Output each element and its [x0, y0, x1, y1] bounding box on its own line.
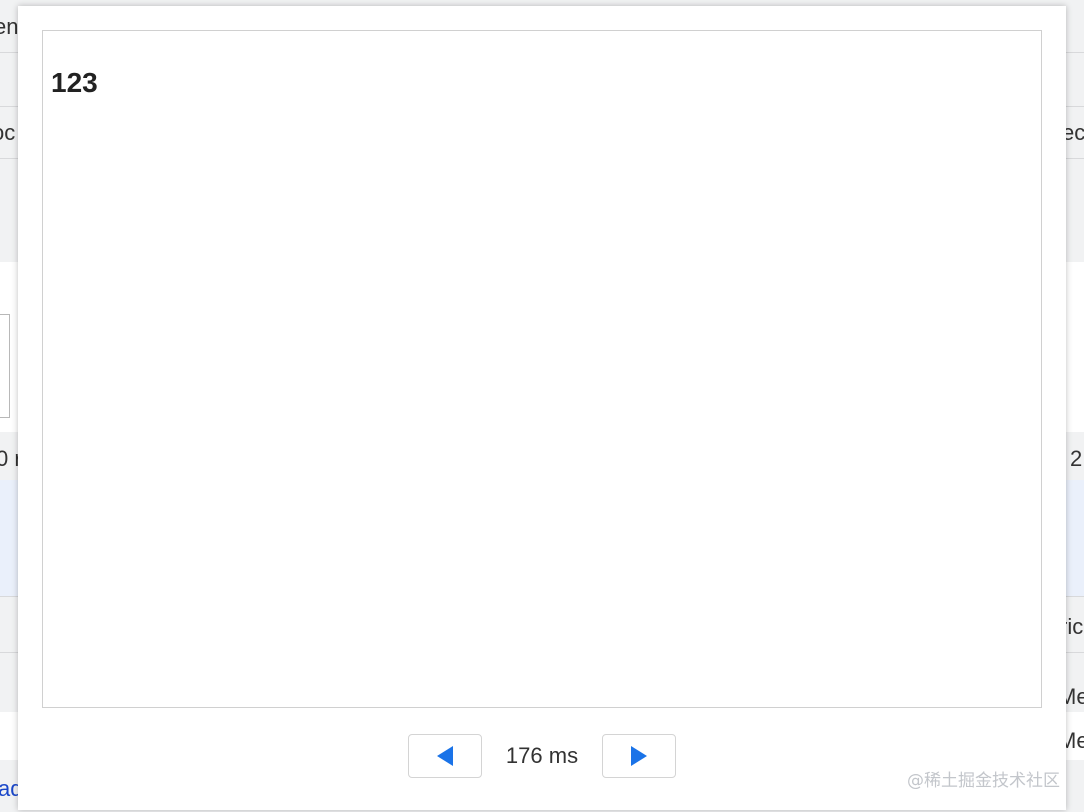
previous-frame-button[interactable]: [408, 734, 482, 778]
bg-fragment: 2: [1070, 446, 1083, 471]
triangle-right-icon: [631, 746, 647, 766]
frame-content-text: 123: [51, 67, 98, 98]
screenshot-viewer-dialog: 123 176 ms: [18, 6, 1066, 810]
next-frame-button[interactable]: [602, 734, 676, 778]
watermark: @稀土掘金技术社区: [907, 771, 1060, 791]
frame-timestamp: 176 ms: [505, 743, 579, 768]
bg-fragment: oc: [0, 120, 16, 145]
bg-textbox: [0, 314, 10, 418]
triangle-left-icon: [437, 746, 453, 766]
bg-fragment: en: [0, 14, 19, 39]
frame-navigation: 176 ms: [408, 732, 676, 780]
frame-preview: 123: [42, 30, 1042, 708]
